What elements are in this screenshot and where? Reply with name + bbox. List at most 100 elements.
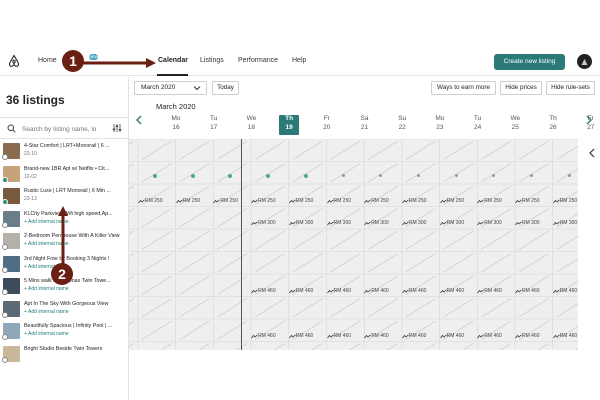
avatar[interactable] [577,54,592,69]
calendar-grid[interactable] [129,139,578,350]
cell-price[interactable]: RM 300 [371,220,389,226]
cell-price[interactable]: RM 460 [258,288,276,294]
cell-price[interactable]: RM 460 [522,288,540,294]
day-name: Tu [210,115,218,122]
cell-price[interactable]: RM 460 [560,288,578,294]
cell-price[interactable]: RM 300 [409,220,427,226]
listing-title: Brand-new 1BR Apt w/ Netflix • Cit... [24,165,110,172]
day-header-today[interactable]: Th 19 [279,115,300,135]
listing-status-dot [2,311,8,318]
cell-price[interactable]: RM 300 [560,220,578,226]
cell-price[interactable]: RM 250 [258,198,276,204]
smart-pricing-icon [288,333,296,338]
cell-price[interactable]: RM 460 [371,333,389,339]
cell-price[interactable]: RM 460 [334,333,352,339]
nav-home[interactable]: Home [38,57,57,64]
day-header[interactable]: Th 26 [543,115,563,135]
day-header[interactable]: We 25 [505,115,525,135]
collapse-panel-chevron-icon[interactable] [588,148,596,158]
add-internal-name-link[interactable]: + Add internal name [24,331,69,337]
cell-price[interactable]: RM 460 [258,333,276,339]
month-select[interactable]: March 2020 [134,81,207,95]
unavailable-hatch [141,253,172,273]
search-input[interactable] [22,123,104,135]
search-icon [7,124,16,133]
filter-icon[interactable] [112,123,122,133]
add-internal-name-link[interactable]: + Add internal name [24,286,69,292]
cell-price[interactable]: RM 300 [447,220,465,226]
cell-price[interactable]: RM 460 [447,333,465,339]
day-header[interactable]: Mo 16 [166,115,186,135]
today-button[interactable]: Today [212,81,239,95]
smart-pricing-icon [364,288,371,293]
listing-row[interactable]: Bright Studio Beside Twin Towers [0,343,129,365]
nav-performance[interactable]: Performance [238,57,278,64]
chevron-left-icon[interactable] [135,115,143,125]
smart-pricing-icon [288,221,296,226]
cell-price[interactable]: RM 250 [334,198,352,204]
unavailable-hatch [129,140,135,145]
listing-row[interactable]: 4-Star Comfort | LRT+Monorail | 6 ... 23-… [0,140,129,162]
day-header[interactable]: Mo 23 [430,115,450,135]
smart-pricing-icon [251,221,258,226]
day-header[interactable]: Fr 20 [317,115,337,135]
cell-price[interactable]: RM 250 [296,198,314,204]
unavailable-hatch [292,298,323,318]
right-gutter [578,139,600,350]
cell-price[interactable]: RM 460 [334,288,352,294]
cell-price[interactable]: RM 460 [371,288,389,294]
ways-to-earn-more-button[interactable]: Ways to earn more [431,81,496,95]
day-header[interactable]: Tu 17 [204,115,224,135]
availability-dot [341,174,345,177]
listing-status-dot [2,266,8,273]
cell-price[interactable]: RM 250 [220,198,238,204]
cell-price[interactable]: RM 250 [522,198,540,204]
day-header[interactable]: We 18 [241,115,261,135]
unavailable-hatch [179,140,210,160]
cell-price[interactable]: RM 460 [484,288,502,294]
listing-row[interactable]: Beautifully Spacious | Infinity Pool | .… [0,320,129,342]
cell-price[interactable]: RM 460 [484,333,502,339]
day-header[interactable]: Tu 24 [468,115,488,135]
cell-price[interactable]: RM 250 [484,198,502,204]
cell-price[interactable]: RM 460 [409,288,427,294]
cell-price[interactable]: RM 460 [522,333,540,339]
smart-pricing-icon [515,288,522,293]
cell-price[interactable]: RM 300 [258,220,276,226]
day-name: Fr [587,115,594,122]
listing-row[interactable]: Apt In The Sky With Gorgeous View + Add i… [0,298,129,320]
cell-price[interactable]: RM 250 [447,198,465,204]
cell-price[interactable]: RM 250 [560,198,578,204]
nav-listings[interactable]: Listings [200,57,224,64]
listing-row[interactable]: Brand-new 1BR Apt w/ Netflix • Cit... 12-… [0,163,129,185]
hide-rule-sets-button[interactable]: Hide rule-sets [546,81,595,95]
cell-price[interactable]: RM 300 [522,220,540,226]
unavailable-hatch [518,230,549,250]
hide-prices-button[interactable]: Hide prices [500,81,542,95]
cell-price[interactable]: RM 460 [447,288,465,294]
airbnb-logo-icon[interactable] [7,54,21,68]
day-header[interactable]: Sa 21 [355,115,375,135]
cell-price[interactable]: RM 300 [334,220,352,226]
cell-price[interactable]: RM 460 [560,333,578,339]
add-internal-name-link[interactable]: + Add internal name [24,309,69,315]
nav-calendar[interactable]: Calendar [158,57,188,64]
cell-price[interactable]: RM 250 [145,198,163,204]
cell-price[interactable]: RM 460 [296,333,314,339]
cell-price[interactable]: RM 300 [296,220,314,226]
cell-price[interactable]: RM 250 [183,198,201,204]
day-header[interactable]: Su 22 [392,115,412,135]
day-header[interactable]: Fr 27 [581,115,600,135]
smart-pricing-icon [138,198,145,203]
nav-help[interactable]: Help [292,57,306,64]
unavailable-hatch [443,140,474,160]
day-date: 18 [247,124,255,131]
cell-price[interactable]: RM 300 [484,220,502,226]
unavailable-hatch [141,230,172,250]
create-new-listing-button[interactable]: Create new listing [494,54,565,70]
cell-price[interactable]: RM 250 [409,198,427,204]
cell-price[interactable]: RM 250 [371,198,389,204]
unavailable-hatch [179,163,210,183]
cell-price[interactable]: RM 460 [409,333,427,339]
cell-price[interactable]: RM 460 [296,288,314,294]
